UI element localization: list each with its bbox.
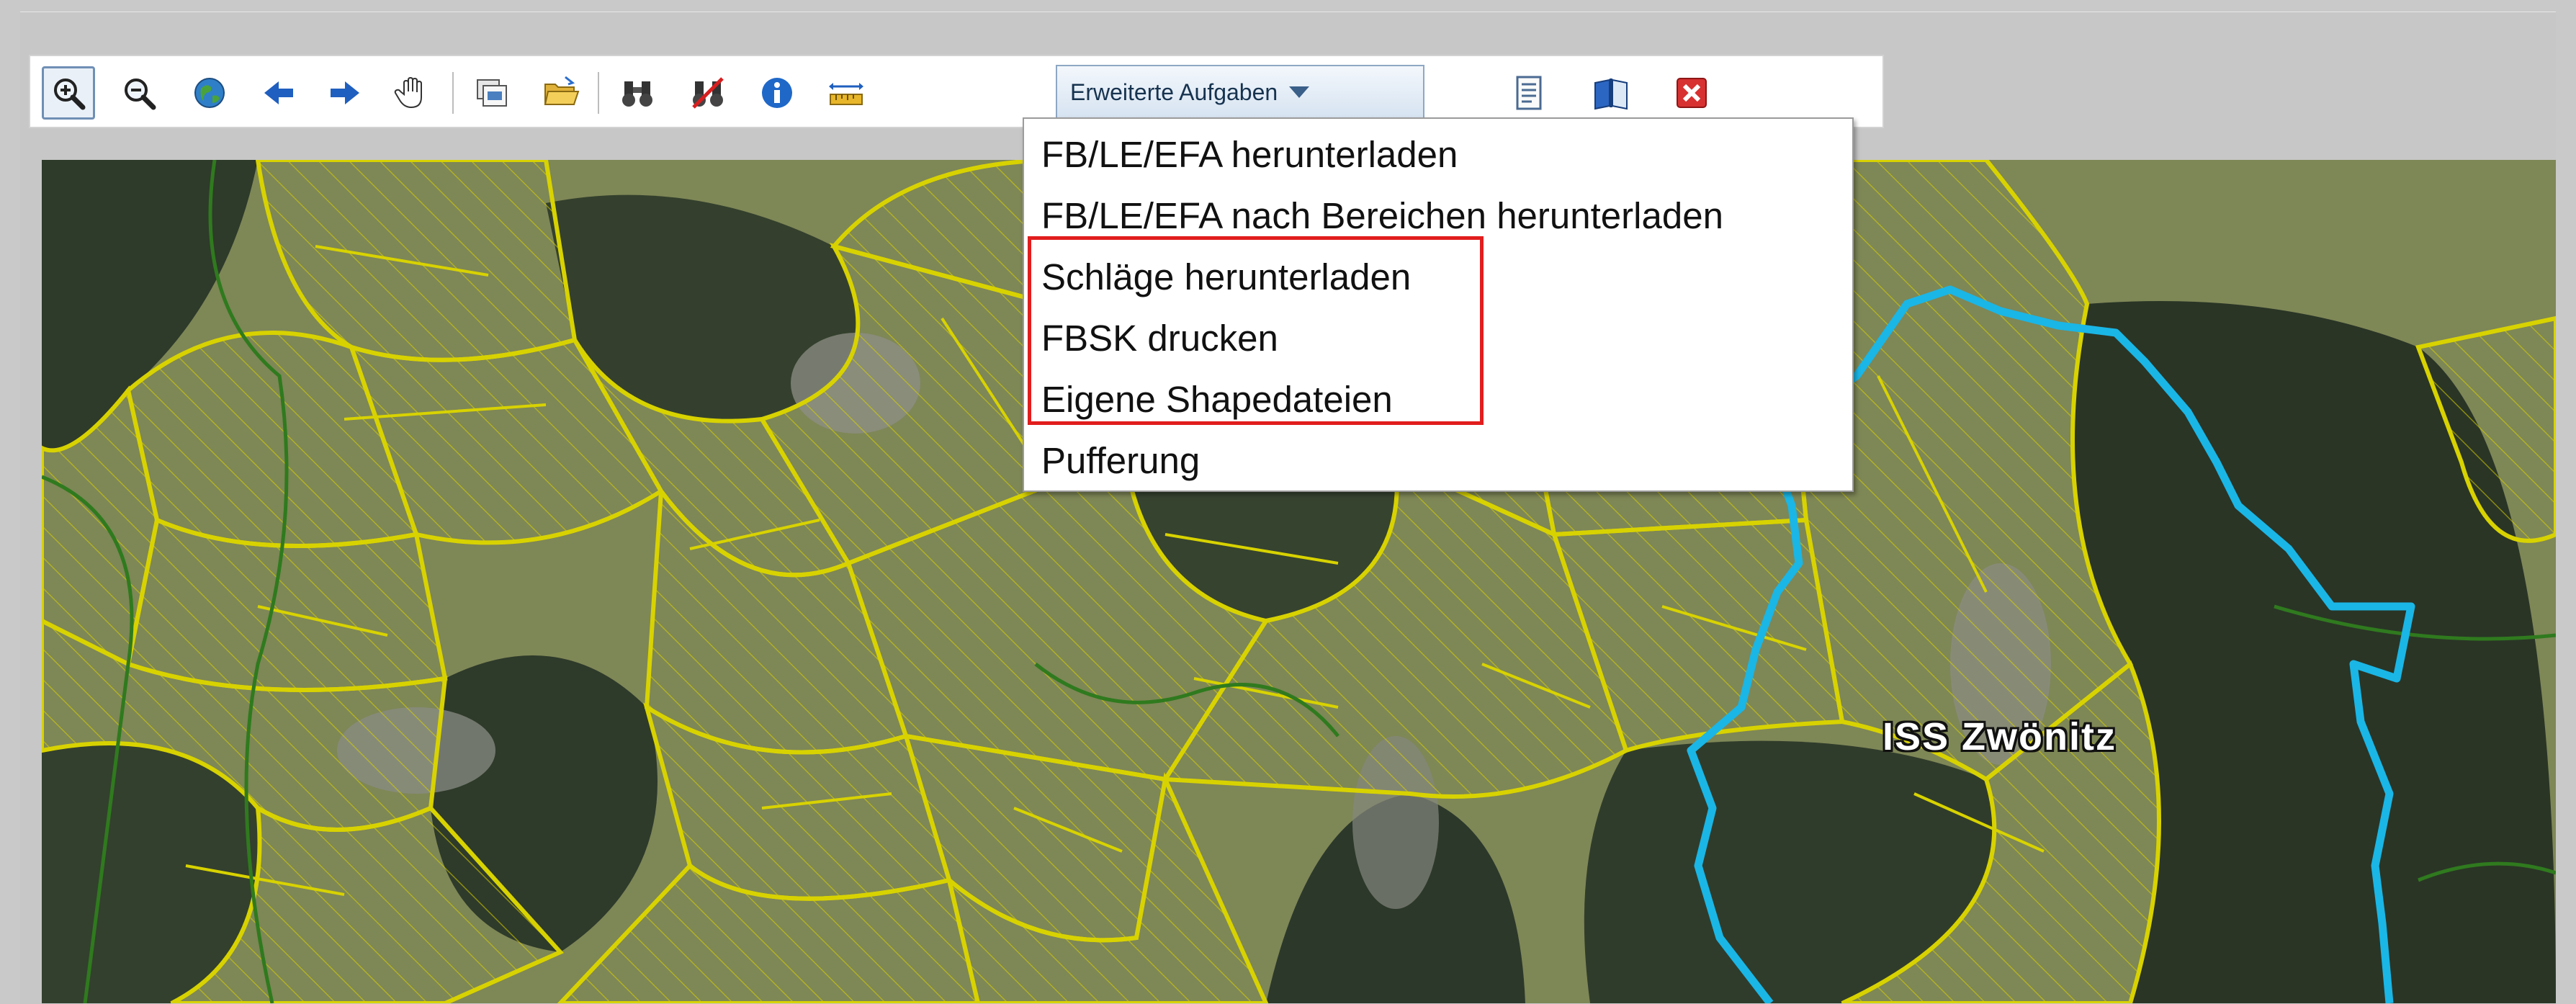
previous-extent-button[interactable]	[252, 66, 305, 120]
next-extent-button[interactable]	[318, 66, 372, 120]
arrow-left-icon	[264, 81, 293, 104]
pan-hand-icon	[394, 76, 422, 109]
open-folder-icon	[544, 76, 580, 105]
zoom-out-icon	[125, 79, 156, 110]
pan-button[interactable]	[386, 66, 439, 120]
advanced-tasks-label: Erweiterte Aufgaben	[1070, 79, 1278, 105]
zoom-in-button[interactable]	[42, 66, 95, 120]
toolbar-separator	[452, 72, 454, 114]
measure-button[interactable]	[820, 66, 873, 120]
toolbar-separator	[598, 72, 599, 114]
document-icon	[1516, 76, 1542, 110]
book-icon	[1594, 79, 1628, 110]
binoculars-icon	[622, 81, 652, 107]
binoculars-clear-icon	[692, 77, 724, 109]
open-folder-button[interactable]	[534, 66, 588, 120]
chevron-down-icon	[1289, 86, 1310, 98]
find-button[interactable]	[611, 66, 664, 120]
layers-save-icon	[477, 79, 507, 107]
zoom-out-button[interactable]	[112, 66, 166, 120]
globe-icon	[194, 78, 225, 108]
info-button[interactable]	[750, 66, 804, 120]
menu-item-download-fb-le-efa[interactable]: FB/LE/EFA herunterladen	[1041, 126, 1458, 184]
advanced-tasks-dropdown[interactable]: Erweiterte Aufgaben	[1056, 65, 1424, 120]
layers-save-button[interactable]	[465, 66, 519, 120]
menu-item-buffering[interactable]: Pufferung	[1041, 432, 1200, 490]
map-place-label: ISS Zwönitz	[1882, 715, 2117, 758]
advanced-tasks-menu: FB/LE/EFA herunterladen FB/LE/EFA nach B…	[1023, 117, 1854, 492]
close-button[interactable]	[1665, 66, 1718, 120]
menu-item-print-fbsk[interactable]: FBSK drucken	[1041, 310, 1278, 367]
menu-item-own-shapefiles[interactable]: Eigene Shapedateien	[1041, 371, 1393, 429]
document-button[interactable]	[1502, 66, 1556, 120]
menu-item-download-by-area[interactable]: FB/LE/EFA nach Bereichen herunterladen	[1041, 187, 1723, 245]
menu-item-download-schlaege[interactable]: Schläge herunterladen	[1041, 248, 1411, 306]
measure-ruler-icon	[829, 83, 863, 105]
zoom-in-icon	[54, 79, 86, 110]
close-icon	[1677, 78, 1707, 108]
book-button[interactable]	[1584, 66, 1638, 120]
arrow-right-icon	[331, 81, 359, 104]
full-extent-button[interactable]	[183, 66, 236, 120]
info-icon	[762, 78, 792, 108]
clear-find-button[interactable]	[681, 66, 735, 120]
